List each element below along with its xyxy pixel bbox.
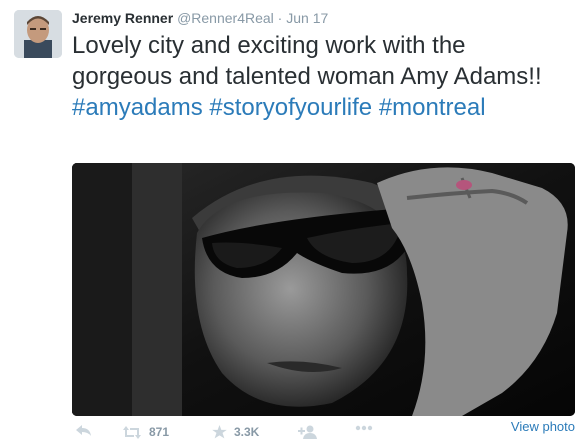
- tweet-date[interactable]: Jun 17: [286, 10, 328, 26]
- tweet-text: Lovely city and exciting work with the g…: [72, 30, 572, 123]
- retweet-button[interactable]: 871: [122, 425, 169, 439]
- reply-button[interactable]: [76, 425, 92, 437]
- tweet-text-body: Lovely city and exciting work with the g…: [72, 32, 542, 90]
- author-avatar[interactable]: [14, 10, 62, 58]
- favorite-count: 3.3K: [234, 425, 260, 439]
- more-icon: [355, 425, 373, 431]
- follow-icon: [298, 425, 318, 439]
- hashtag-amyadams[interactable]: #amyadams: [72, 94, 203, 121]
- favorite-button[interactable]: 3.3K: [212, 425, 259, 439]
- author-handle[interactable]: @Renner4Real: [177, 10, 274, 26]
- tweet-header: Jeremy Renner @Renner4Real · Jun 17: [72, 9, 328, 27]
- star-icon: [212, 425, 227, 439]
- header-separator: ·: [277, 10, 283, 26]
- follow-button[interactable]: [298, 425, 318, 439]
- hashtag-storyofyourlife[interactable]: #storyofyourlife: [209, 94, 372, 121]
- hashtag-montreal[interactable]: #montreal: [379, 94, 486, 121]
- tweet-actions: 871 3.3K: [72, 425, 572, 443]
- retweet-count: 871: [149, 425, 170, 439]
- author-name[interactable]: Jeremy Renner: [72, 10, 173, 26]
- more-button[interactable]: [355, 425, 373, 431]
- photo-image: [72, 163, 575, 416]
- avatar-image: [14, 10, 62, 58]
- reply-icon: [76, 425, 92, 437]
- tweet-photo[interactable]: [72, 163, 575, 416]
- retweet-icon: [122, 425, 142, 439]
